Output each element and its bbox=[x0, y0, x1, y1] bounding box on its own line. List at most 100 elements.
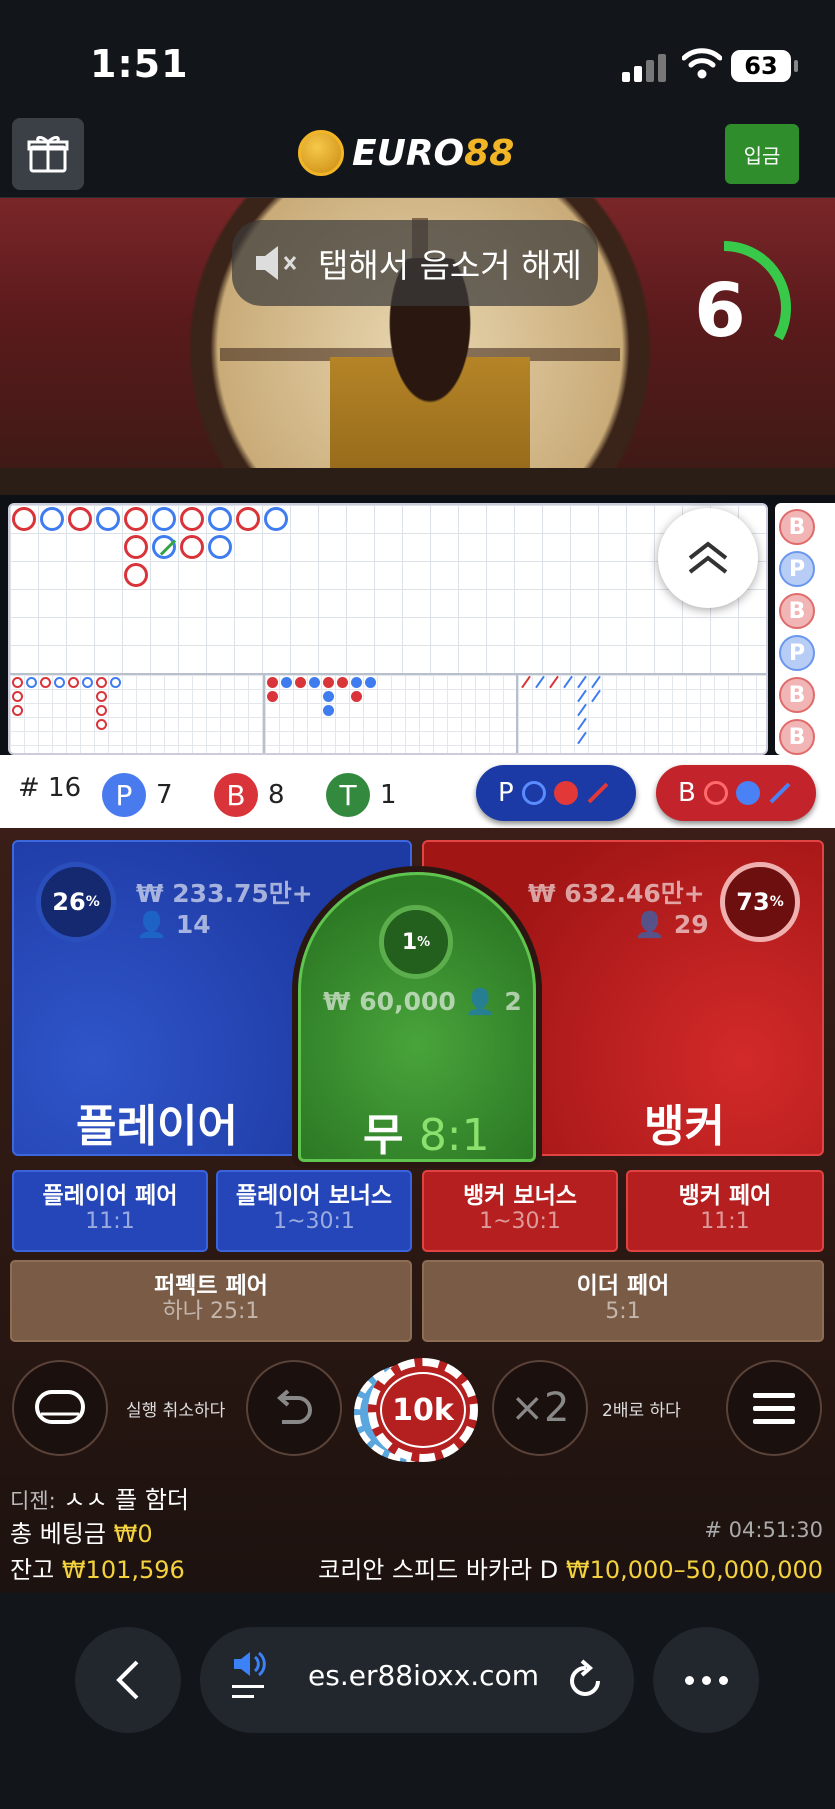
big-road-mark bbox=[264, 507, 288, 531]
player-bonus-button[interactable]: 플레이어 보너스 1~30:1 bbox=[216, 1170, 412, 1252]
big-road-mark bbox=[124, 535, 148, 559]
bead-player: P bbox=[779, 551, 815, 587]
tie-amount: ₩ 60,000 bbox=[323, 987, 456, 1016]
tie-label: 무 bbox=[363, 1110, 404, 1161]
derived-road-mark bbox=[351, 677, 362, 688]
banker-pair-button[interactable]: 뱅커 페어 11:1 bbox=[626, 1170, 824, 1252]
reload-icon[interactable] bbox=[566, 1657, 606, 1701]
user-icon: 👤 bbox=[634, 910, 666, 939]
derived-road-mark bbox=[26, 677, 37, 688]
total-bet-line: 총 베팅금 ₩0 bbox=[10, 1520, 153, 1548]
player-users: 14 bbox=[175, 910, 211, 939]
clock: 1:51 bbox=[90, 42, 189, 86]
logo-text-euro: EURO bbox=[352, 132, 465, 174]
tie-badge: T bbox=[326, 773, 370, 817]
derived-road-mark bbox=[12, 677, 23, 688]
hamburger-menu-icon bbox=[753, 1393, 795, 1424]
derived-road-mark bbox=[577, 675, 587, 689]
derived-road-mark bbox=[267, 691, 278, 702]
big-road-mark bbox=[12, 507, 36, 531]
status-bar: 1:51 63 bbox=[0, 0, 835, 118]
bead-road-strip: BPBPBB bbox=[775, 503, 835, 755]
total-bet-value: ₩0 bbox=[113, 1520, 153, 1548]
bead-banker: B bbox=[779, 719, 815, 755]
betting-panel: 26% ₩ 233.75만+ 👤 14 플레이어 ₩ 632.46만+ 👤 29… bbox=[0, 828, 835, 1593]
big-road-mark bbox=[152, 535, 176, 559]
timer-number: 6 bbox=[694, 268, 746, 354]
player-predict-button[interactable]: P bbox=[476, 765, 636, 821]
chip-selector[interactable]: 10k bbox=[354, 1354, 480, 1464]
big-road-mark bbox=[208, 507, 232, 531]
double-button[interactable]: ×2 bbox=[492, 1360, 588, 1456]
speaker-muted-icon bbox=[256, 246, 297, 280]
double-chevron-up-icon bbox=[688, 541, 728, 574]
derived-road-mark bbox=[577, 703, 587, 717]
derived-road-mark bbox=[54, 677, 65, 688]
table-info: 코리안 스피드 바카라 D ₩10,000–50,000,000 bbox=[318, 1550, 823, 1585]
balance-value: ₩101,596 bbox=[61, 1556, 185, 1584]
dealer-line: 디젠: ㅅㅅ 플 함더 bbox=[10, 1486, 190, 1514]
big-road-mark bbox=[124, 563, 148, 587]
bead-banker: B bbox=[779, 593, 815, 629]
banker-label: 뱅커 bbox=[644, 1101, 725, 1152]
roadmap-stats: # 16 P7 B8 T1 P B bbox=[0, 755, 835, 828]
tie-odds: 8:1 bbox=[418, 1110, 490, 1161]
derived-road-mark bbox=[12, 705, 23, 716]
cellular-signal-icon bbox=[622, 54, 668, 82]
undo-icon bbox=[276, 1389, 312, 1424]
derived-road-mark bbox=[281, 677, 292, 688]
deposit-button[interactable]: 입금 bbox=[725, 124, 799, 184]
unmute-banner[interactable]: 탭해서 음소거 해제 bbox=[232, 220, 598, 306]
derived-road-mark bbox=[110, 677, 121, 688]
derived-road-mark bbox=[96, 705, 107, 716]
derived-road-mark bbox=[295, 677, 306, 688]
player-pair-button[interactable]: 플레이어 페어 11:1 bbox=[12, 1170, 208, 1252]
derived-road-mark bbox=[82, 677, 93, 688]
road-map[interactable] bbox=[8, 503, 768, 755]
derived-road-mark bbox=[549, 675, 559, 689]
derived-road-mark bbox=[309, 677, 320, 688]
cockroach-road bbox=[516, 673, 766, 753]
brand-logo: EURO 88 bbox=[298, 124, 514, 182]
tie-bet-zone[interactable]: 1% ₩ 60,000 👤 2 무 8:1 bbox=[298, 872, 536, 1162]
derived-road-mark bbox=[323, 677, 334, 688]
derived-road-mark bbox=[68, 677, 79, 688]
big-road-mark bbox=[96, 507, 120, 531]
derived-road-mark bbox=[96, 691, 107, 702]
chip-value: 10k bbox=[380, 1372, 466, 1448]
bet-limits: ₩10,000–50,000,000 bbox=[565, 1556, 823, 1584]
perfect-pair-button[interactable]: 퍼펙트 페어 하나 25:1 bbox=[10, 1260, 412, 1342]
balance-line: 잔고 ₩101,596 bbox=[10, 1556, 185, 1584]
battery-icon: 63 bbox=[731, 50, 798, 82]
undo-label: 실행 취소하다 bbox=[126, 1401, 226, 1421]
back-button[interactable] bbox=[75, 1627, 181, 1733]
derived-road-mark bbox=[591, 675, 601, 689]
app-header: EURO 88 입금 bbox=[0, 118, 835, 198]
audio-playing-icon bbox=[232, 1651, 266, 1698]
undo-button[interactable] bbox=[246, 1360, 342, 1456]
derived-road-mark bbox=[521, 675, 531, 689]
logo-text-88: 88 bbox=[464, 132, 515, 174]
banker-users: 29 bbox=[673, 910, 709, 939]
player-amount: ₩ 233.75만+ bbox=[136, 879, 313, 908]
big-road-mark bbox=[208, 535, 232, 559]
banker-predict-button[interactable]: B bbox=[656, 765, 816, 821]
wifi-icon bbox=[682, 48, 722, 79]
big-eye-road bbox=[10, 673, 263, 753]
chat-toggle-button[interactable] bbox=[12, 1360, 108, 1456]
expand-roadmap-button[interactable] bbox=[658, 508, 758, 608]
tie-count: 1 bbox=[380, 780, 397, 810]
menu-button[interactable] bbox=[726, 1360, 822, 1456]
big-road-mark bbox=[152, 507, 176, 531]
either-pair-button[interactable]: 이더 페어 5:1 bbox=[422, 1260, 824, 1342]
derived-road-mark bbox=[96, 719, 107, 730]
address-bar[interactable]: es.er88ioxx.com bbox=[200, 1627, 634, 1733]
big-road bbox=[10, 505, 766, 673]
banker-amount: ₩ 632.46만+ bbox=[528, 879, 705, 908]
banker-bonus-button[interactable]: 뱅커 보너스 1~30:1 bbox=[422, 1170, 618, 1252]
big-road-mark bbox=[124, 507, 148, 531]
derived-road-mark bbox=[96, 677, 107, 688]
more-options-button[interactable] bbox=[653, 1627, 759, 1733]
derived-road-mark bbox=[563, 675, 573, 689]
gift-icon[interactable] bbox=[12, 118, 84, 190]
